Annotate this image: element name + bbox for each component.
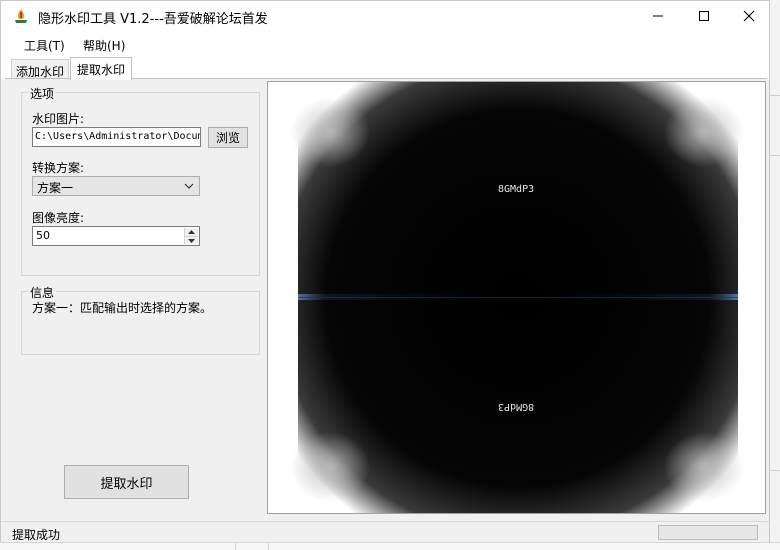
- watermark-text-bottom: 8GMdP3: [498, 401, 535, 412]
- status-progress-bar: [658, 525, 758, 540]
- spin-up-button[interactable]: [185, 228, 198, 236]
- scheme-select[interactable]: 方案一: [32, 176, 200, 196]
- maximize-button[interactable]: [681, 1, 727, 31]
- minimize-icon: [653, 15, 663, 17]
- browse-button[interactable]: 浏览: [208, 127, 248, 148]
- brightness-value: 50: [36, 229, 50, 242]
- window-title: 隐形水印工具 V1.2---吾爱破解论坛首发: [38, 12, 268, 27]
- spin-down-button[interactable]: [185, 236, 198, 244]
- status-text: 提取成功: [12, 528, 61, 542]
- menu-bar: 工具(T) 帮助(H): [1, 31, 769, 57]
- options-group-title: 选项: [28, 85, 57, 102]
- info-text: 方案一：匹配输出时选择的方案。: [32, 301, 213, 315]
- watermark-image-path-input[interactable]: C:\Users\Administrator\Documents: [32, 127, 201, 147]
- watermark-image-label: 水印图片:: [32, 112, 85, 126]
- spectrum-image: [290, 82, 744, 513]
- triangle-up-icon: [188, 230, 195, 234]
- status-bar: 提取成功: [1, 521, 769, 542]
- brightness-label: 图像亮度:: [32, 211, 85, 225]
- close-button[interactable]: [726, 1, 772, 31]
- tab-extract-watermark[interactable]: 提取水印: [70, 57, 132, 80]
- watermark-text-top: 8GMdP3: [498, 184, 535, 195]
- title-bar[interactable]: 隐形水印工具 V1.2---吾爱破解论坛首发: [1, 1, 769, 31]
- scheme-selected-value: 方案一: [37, 181, 74, 195]
- maximize-icon: [699, 11, 709, 21]
- scheme-label: 转换方案:: [32, 161, 85, 175]
- background-window-edge: [770, 0, 780, 550]
- app-window: 隐形水印工具 V1.2---吾爱破解论坛首发 工具(T) 帮助(H) 添加水印 …: [0, 0, 770, 542]
- triangle-down-icon: [188, 238, 195, 243]
- brightness-spin-buttons: [184, 228, 198, 244]
- menu-help[interactable]: 帮助(H): [83, 37, 125, 54]
- app-icon: [15, 9, 27, 23]
- tab-strip: 添加水印 提取水印: [1, 57, 769, 80]
- background-window-bottom: [0, 542, 780, 550]
- minimize-button[interactable]: [635, 1, 681, 31]
- brightness-spinbox[interactable]: 50: [32, 226, 200, 246]
- extract-watermark-button[interactable]: 提取水印: [64, 465, 189, 499]
- tab-add-watermark[interactable]: 添加水印: [11, 59, 69, 79]
- chevron-down-icon: [184, 183, 194, 189]
- close-icon: [743, 10, 755, 22]
- preview-image-panel: 8GMdP3 8GMdP3: [267, 81, 766, 514]
- menu-tools[interactable]: 工具(T): [24, 37, 65, 54]
